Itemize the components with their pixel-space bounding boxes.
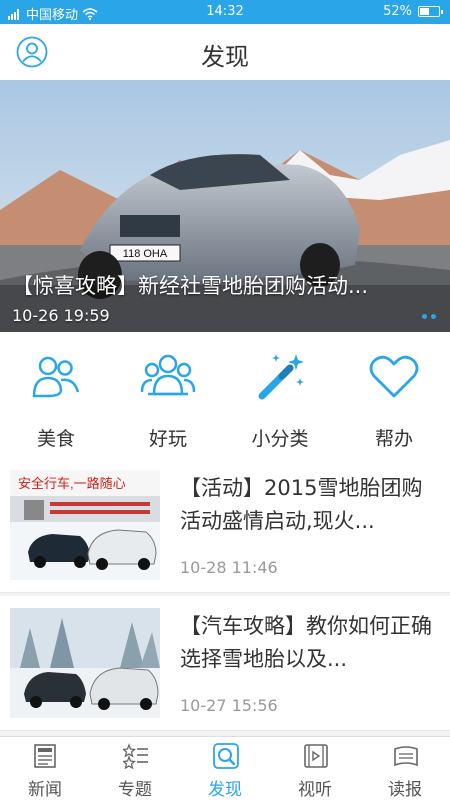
list-item[interactable]: 安全行车,一路随心 【活动】2015雪地胎团购活动盛情启动,现火... 10-2… [0, 458, 450, 593]
magic-wand-icon [258, 354, 304, 400]
tab-label: 视听 [298, 780, 332, 800]
media-icon [304, 744, 328, 768]
news-icon [34, 744, 56, 768]
article-title: 【活动】2015雪地胎团购活动盛情启动,现火... [180, 476, 423, 533]
carousel-indicator [422, 314, 436, 319]
tab-discover[interactable]: 发现 [180, 737, 270, 801]
tab-topics[interactable]: 专题 [90, 737, 180, 801]
article-thumbnail [10, 608, 160, 718]
carousel-dot [431, 314, 436, 319]
group-icon [140, 354, 196, 396]
tab-label: 新闻 [28, 780, 62, 800]
people-icon [32, 356, 80, 398]
banner-time: 10-26 19:59 [12, 306, 110, 325]
app-header: 发现 [0, 24, 450, 81]
battery-icon [418, 6, 443, 17]
newspaper-icon [394, 746, 418, 767]
topics-icon [123, 743, 148, 769]
status-right: 52% [383, 4, 443, 19]
tab-news[interactable]: 新闻 [0, 737, 90, 801]
tab-media[interactable]: 视听 [270, 737, 360, 801]
category-bangban[interactable]: 帮办 [338, 332, 450, 458]
page-title: 发现 [201, 43, 249, 71]
article-time: 10-27 15:56 [180, 696, 278, 715]
banner-caption[interactable]: 【惊喜攻略】新经社雪地胎团购活动... [12, 270, 438, 300]
carousel-dot [422, 314, 427, 319]
tab-label: 发现 [208, 780, 242, 800]
category-xiaofenlei[interactable]: 小分类 [224, 332, 336, 458]
bottom-tab-bar: 新闻 专题 发现 视听 读报 [0, 736, 450, 801]
license-plate-text: 118 OHA [123, 248, 168, 260]
list-item[interactable]: 【汽车攻略】教你如何正确选择雪地胎以及... 10-27 15:56 [0, 596, 450, 731]
category-label: 好玩 [148, 428, 187, 450]
tab-label: 读报 [388, 780, 422, 800]
discover-icon [213, 743, 239, 769]
battery-percent: 52% [383, 4, 412, 19]
banner-carousel[interactable]: 118 OHA 【惊喜攻略】新经社雪地胎团购活动... 10-26 19:59 [0, 80, 450, 332]
category-meishi[interactable]: 美食 [0, 332, 112, 458]
heart-icon [369, 355, 419, 398]
category-label: 美食 [36, 428, 75, 450]
article-thumbnail: 安全行车,一路随心 [10, 470, 160, 580]
battery-fill [420, 8, 429, 15]
category-grid: 美食 好玩 小分类 帮办 [0, 332, 450, 459]
thumbnail-slogan: 安全行车,一路随心 [18, 476, 126, 491]
status-bar: 中国移动 14:32 52% [0, 0, 450, 24]
tab-label: 专题 [118, 780, 152, 800]
article-title: 【汽车攻略】教你如何正确选择雪地胎以及... [180, 614, 432, 671]
tab-newspaper[interactable]: 读报 [360, 737, 450, 801]
article-time: 10-28 11:46 [180, 558, 278, 577]
category-label: 帮办 [374, 428, 413, 450]
category-haowan[interactable]: 好玩 [112, 332, 224, 458]
category-label: 小分类 [251, 428, 309, 450]
